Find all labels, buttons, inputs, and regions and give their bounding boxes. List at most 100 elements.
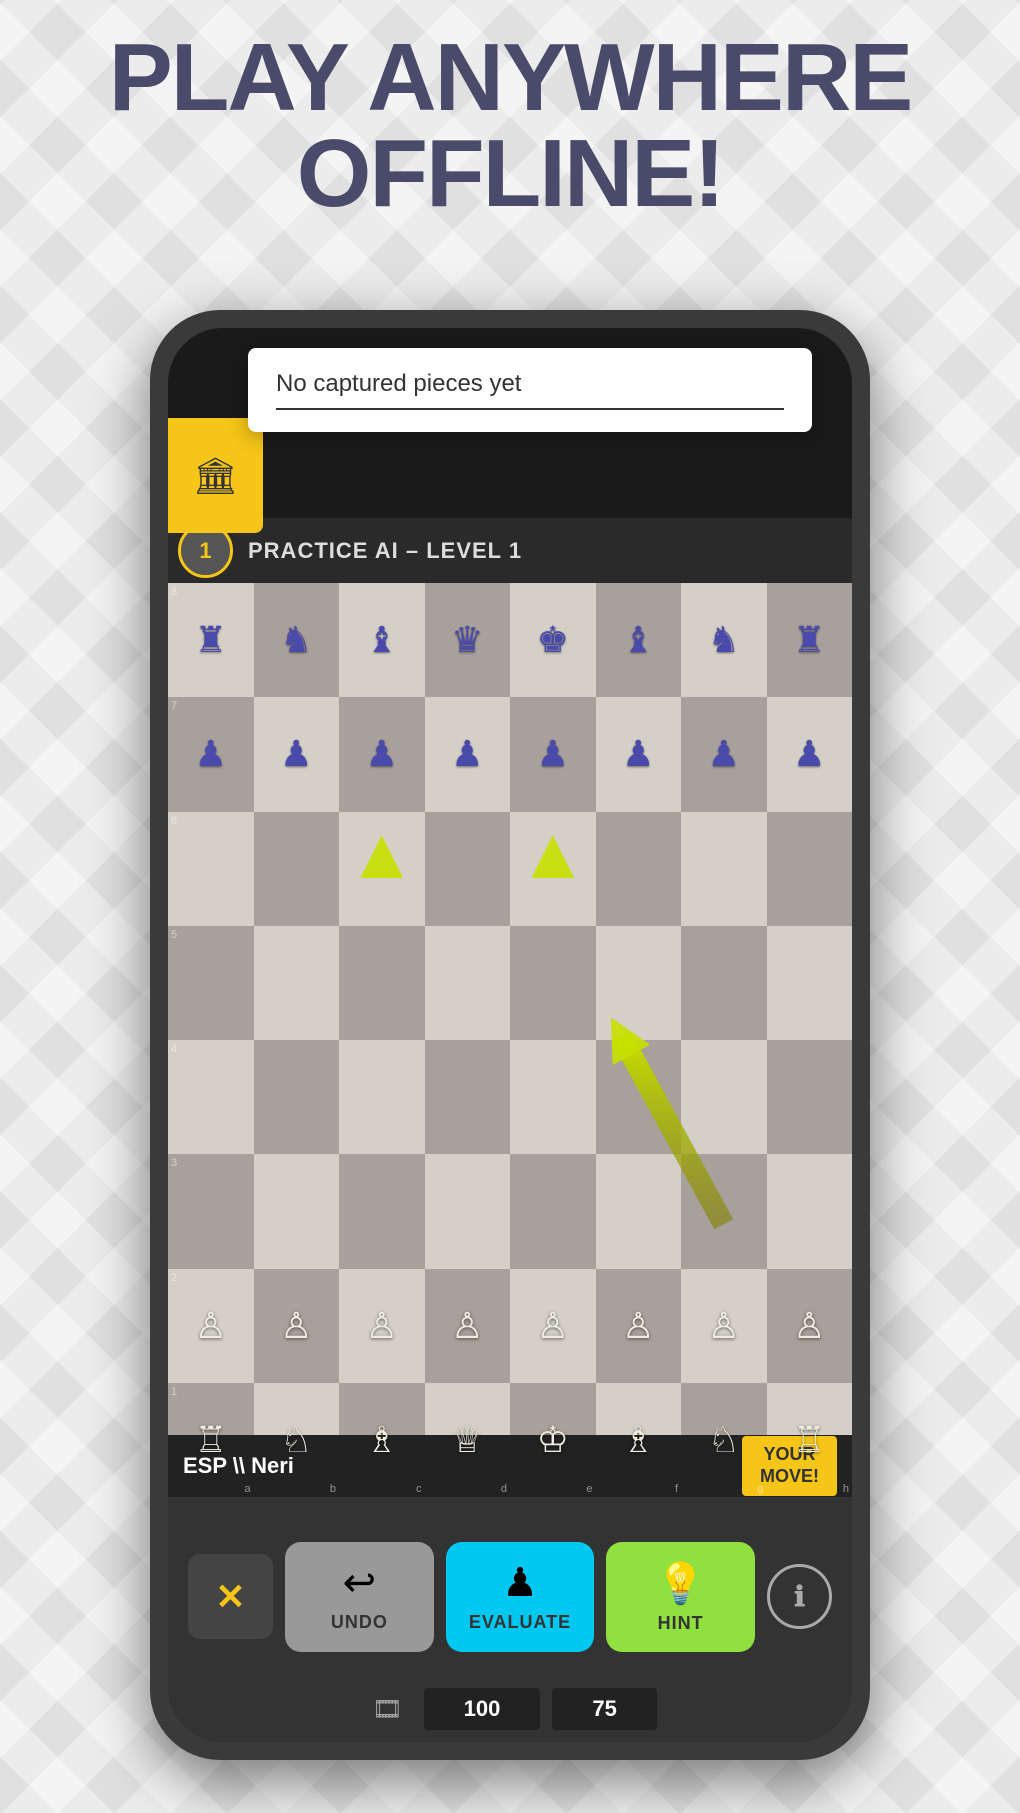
cell-3-3[interactable] [425,926,511,1040]
piece-black-1-0: ♟ [195,736,227,772]
cell-3-0[interactable]: 5 [168,926,254,1040]
cell-4-0[interactable]: 4 [168,1040,254,1154]
cell-2-6[interactable] [681,812,767,926]
piece-white-6-5: ♙ [622,1308,654,1344]
hero-line1: PLAY ANYWHERE [0,30,1020,126]
cell-6-5[interactable]: ♙ [596,1269,682,1383]
score-2: 75 [552,1688,656,1730]
cell-6-0[interactable]: 2♙ [168,1269,254,1383]
piece-black-0-3: ♛ [451,622,483,658]
row-label-5: 3 [171,1157,177,1169]
cell-5-5[interactable] [596,1154,682,1268]
cell-1-6[interactable]: ♟ [681,697,767,811]
cell-1-7[interactable]: ♟ [767,697,853,811]
cell-5-1[interactable] [254,1154,340,1268]
practice-label: PRACTICE AI – LEVEL 1 [248,538,522,564]
cell-0-7[interactable]: ♜ [767,583,853,697]
row-label-3: 5 [171,929,177,941]
cell-0-5[interactable]: ♝ [596,583,682,697]
cell-3-5[interactable] [596,926,682,1040]
col-label-2: c [416,1483,422,1495]
undo-button[interactable]: ↩ UNDO [285,1542,434,1652]
cell-6-7[interactable]: ♙ [767,1269,853,1383]
cell-1-2[interactable]: ♟ [339,697,425,811]
hero-title: PLAY ANYWHERE OFFLINE! [0,30,1020,222]
cell-3-6[interactable] [681,926,767,1040]
cell-1-1[interactable]: ♟ [254,697,340,811]
chess-board[interactable]: 8♜♞♝♛♚♝♞♜7♟♟♟♟♟♟♟♟65432♙♙♙♙♙♙♙♙1a♖b♘c♗d♕… [168,583,852,1497]
piece-black-1-3: ♟ [451,736,483,772]
cell-6-3[interactable]: ♙ [425,1269,511,1383]
piece-white-7-3: ♕ [451,1422,483,1458]
cell-1-0[interactable]: 7♟ [168,697,254,811]
row-label-1: 7 [171,700,177,712]
cell-3-7[interactable] [767,926,853,1040]
cell-4-6[interactable] [681,1040,767,1154]
cell-3-2[interactable] [339,926,425,1040]
col-label-0: a [244,1483,250,1495]
evaluate-icon: ♟ [502,1560,538,1606]
cell-2-3[interactable] [425,812,511,926]
info-button[interactable]: ℹ [767,1564,832,1629]
cell-4-4[interactable] [510,1040,596,1154]
cell-3-1[interactable] [254,926,340,1040]
piece-white-7-6: ♘ [708,1422,740,1458]
piece-black-0-6: ♞ [708,622,740,658]
piece-white-6-6: ♙ [708,1308,740,1344]
cell-0-1[interactable]: ♞ [254,583,340,697]
cell-5-6[interactable] [681,1154,767,1268]
cell-6-4[interactable]: ♙ [510,1269,596,1383]
bookmark-tab[interactable]: 🏛 [168,418,263,533]
cell-2-2[interactable] [339,812,425,926]
cell-6-6[interactable]: ♙ [681,1269,767,1383]
hint-icon: 💡 [656,1560,706,1607]
row-label-2: 6 [171,815,177,827]
cell-5-0[interactable]: 3 [168,1154,254,1268]
close-button[interactable]: ✕ [188,1554,273,1639]
piece-white-6-0: ♙ [195,1308,227,1344]
undo-label: UNDO [331,1612,388,1633]
cell-2-5[interactable] [596,812,682,926]
cell-5-3[interactable] [425,1154,511,1268]
cell-6-2[interactable]: ♙ [339,1269,425,1383]
bottom-controls: ✕ ↩ UNDO ♟ EVALUATE 💡 HINT ℹ 🎞 100 75 [168,1497,852,1742]
piece-black-0-1: ♞ [280,622,312,658]
cell-4-1[interactable] [254,1040,340,1154]
hint-button[interactable]: 💡 HINT [606,1542,755,1652]
player-bar: ESP \\ Neri YOURMOVE! [168,1435,852,1497]
row-label-4: 4 [171,1043,177,1055]
cell-1-5[interactable]: ♟ [596,697,682,811]
cell-5-2[interactable] [339,1154,425,1268]
piece-black-1-7: ♟ [793,736,825,772]
cell-5-7[interactable] [767,1154,853,1268]
film-icon: 🎞 [357,1688,417,1730]
cell-4-5[interactable] [596,1040,682,1154]
col-label-6: g [757,1483,763,1495]
evaluate-button[interactable]: ♟ EVALUATE [446,1542,595,1652]
evaluate-label: EVALUATE [469,1612,571,1633]
cell-5-4[interactable] [510,1154,596,1268]
cell-4-3[interactable] [425,1040,511,1154]
cell-3-4[interactable] [510,926,596,1040]
cell-0-2[interactable]: ♝ [339,583,425,697]
cell-2-0[interactable]: 6 [168,812,254,926]
col-label-3: d [501,1483,507,1495]
piece-black-1-2: ♟ [366,736,398,772]
cell-0-0[interactable]: 8♜ [168,583,254,697]
cell-4-2[interactable] [339,1040,425,1154]
cell-6-1[interactable]: ♙ [254,1269,340,1383]
chess-board-container[interactable]: 8♜♞♝♛♚♝♞♜7♟♟♟♟♟♟♟♟65432♙♙♙♙♙♙♙♙1a♖b♘c♗d♕… [168,583,852,1497]
tooltip-popup: No captured pieces yet [248,348,812,432]
cell-1-4[interactable]: ♟ [510,697,596,811]
cell-1-3[interactable]: ♟ [425,697,511,811]
col-label-5: f [675,1483,678,1495]
phone-frame: No captured pieces yet 🏛 1 PRACTICE AI –… [150,310,870,1760]
cell-0-4[interactable]: ♚ [510,583,596,697]
cell-2-7[interactable] [767,812,853,926]
cell-0-6[interactable]: ♞ [681,583,767,697]
cell-2-4[interactable] [510,812,596,926]
cell-4-7[interactable] [767,1040,853,1154]
cell-0-3[interactable]: ♛ [425,583,511,697]
col-label-4: e [586,1483,592,1495]
cell-2-1[interactable] [254,812,340,926]
